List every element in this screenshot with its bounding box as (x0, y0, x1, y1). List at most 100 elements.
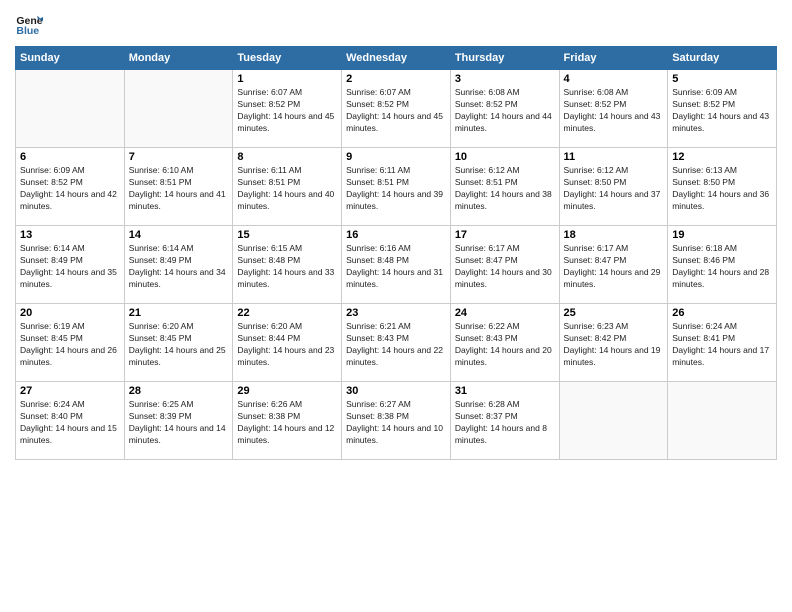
day-info: Sunrise: 6:09 AM Sunset: 8:52 PM Dayligh… (672, 87, 772, 135)
day-number: 22 (237, 307, 337, 319)
calendar-cell: 6 Sunrise: 6:09 AM Sunset: 8:52 PM Daylig… (16, 148, 125, 226)
day-number: 11 (564, 151, 664, 163)
day-info: Sunrise: 6:22 AM Sunset: 8:43 PM Dayligh… (455, 321, 555, 369)
logo-icon: General Blue (15, 10, 43, 38)
calendar-cell: 2 Sunrise: 6:07 AM Sunset: 8:52 PM Daylig… (342, 70, 451, 148)
calendar-cell (124, 70, 233, 148)
day-number: 28 (129, 385, 229, 397)
calendar-cell (16, 70, 125, 148)
calendar-cell: 7Sunrise: 6:10 AM Sunset: 8:51 PM Daylig… (124, 148, 233, 226)
calendar-cell: 15 Sunrise: 6:15 AM Sunset: 8:48 PM Dayli… (233, 226, 342, 304)
week-row-1: 1 Sunrise: 6:07 AM Sunset: 8:52 PM Daylig… (16, 70, 777, 148)
calendar-cell: 17 Sunrise: 6:17 AM Sunset: 8:47 PM Dayli… (450, 226, 559, 304)
day-number: 15 (237, 229, 337, 241)
week-row-2: 6 Sunrise: 6:09 AM Sunset: 8:52 PM Daylig… (16, 148, 777, 226)
day-info: Sunrise: 6:08 AM Sunset: 8:52 PM Dayligh… (564, 87, 664, 135)
calendar-cell: 13Sunrise: 6:14 AM Sunset: 8:49 PM Dayli… (16, 226, 125, 304)
day-info: Sunrise: 6:25 AM Sunset: 8:39 PM Dayligh… (129, 399, 229, 447)
day-info: Sunrise: 6:13 AM Sunset: 8:50 PM Dayligh… (672, 165, 772, 213)
day-number: 31 (455, 385, 555, 397)
day-info: Sunrise: 6:20 AM Sunset: 8:45 PM Dayligh… (129, 321, 229, 369)
calendar-table: SundayMondayTuesdayWednesdayThursdayFrid… (15, 46, 777, 460)
calendar-cell: 1 Sunrise: 6:07 AM Sunset: 8:52 PM Daylig… (233, 70, 342, 148)
week-row-4: 20Sunrise: 6:19 AM Sunset: 8:45 PM Dayli… (16, 304, 777, 382)
day-number: 3 (455, 73, 555, 85)
calendar-cell: 12 Sunrise: 6:13 AM Sunset: 8:50 PM Dayli… (668, 148, 777, 226)
day-info: Sunrise: 6:24 AM Sunset: 8:40 PM Dayligh… (20, 399, 120, 447)
day-number: 10 (455, 151, 555, 163)
day-number: 7 (129, 151, 229, 163)
day-info: Sunrise: 6:11 AM Sunset: 8:51 PM Dayligh… (237, 165, 337, 213)
calendar-cell: 4Sunrise: 6:08 AM Sunset: 8:52 PM Daylig… (559, 70, 668, 148)
day-number: 17 (455, 229, 555, 241)
day-number: 24 (455, 307, 555, 319)
calendar-cell: 5 Sunrise: 6:09 AM Sunset: 8:52 PM Daylig… (668, 70, 777, 148)
week-row-5: 27 Sunrise: 6:24 AM Sunset: 8:40 PM Dayli… (16, 382, 777, 460)
day-number: 23 (346, 307, 446, 319)
weekday-wednesday: Wednesday (342, 47, 451, 70)
day-info: Sunrise: 6:24 AM Sunset: 8:41 PM Dayligh… (672, 321, 772, 369)
day-info: Sunrise: 6:21 AM Sunset: 8:43 PM Dayligh… (346, 321, 446, 369)
weekday-friday: Friday (559, 47, 668, 70)
day-info: Sunrise: 6:26 AM Sunset: 8:38 PM Dayligh… (237, 399, 337, 447)
day-number: 27 (20, 385, 120, 397)
calendar-cell: 21 Sunrise: 6:20 AM Sunset: 8:45 PM Dayli… (124, 304, 233, 382)
day-info: Sunrise: 6:20 AM Sunset: 8:44 PM Dayligh… (237, 321, 337, 369)
calendar-cell: 25 Sunrise: 6:23 AM Sunset: 8:42 PM Dayli… (559, 304, 668, 382)
day-info: Sunrise: 6:09 AM Sunset: 8:52 PM Dayligh… (20, 165, 120, 213)
day-number: 2 (346, 73, 446, 85)
weekday-saturday: Saturday (668, 47, 777, 70)
calendar-cell: 30 Sunrise: 6:27 AM Sunset: 8:38 PM Dayli… (342, 382, 451, 460)
weekday-thursday: Thursday (450, 47, 559, 70)
calendar-cell: 20Sunrise: 6:19 AM Sunset: 8:45 PM Dayli… (16, 304, 125, 382)
calendar-cell: 23 Sunrise: 6:21 AM Sunset: 8:43 PM Dayli… (342, 304, 451, 382)
day-info: Sunrise: 6:11 AM Sunset: 8:51 PM Dayligh… (346, 165, 446, 213)
calendar-cell (668, 382, 777, 460)
day-info: Sunrise: 6:17 AM Sunset: 8:47 PM Dayligh… (455, 243, 555, 291)
calendar-cell: 11 Sunrise: 6:12 AM Sunset: 8:50 PM Dayli… (559, 148, 668, 226)
calendar-cell: 9 Sunrise: 6:11 AM Sunset: 8:51 PM Daylig… (342, 148, 451, 226)
day-number: 8 (237, 151, 337, 163)
day-number: 25 (564, 307, 664, 319)
header: General Blue (15, 10, 777, 38)
page: General Blue SundayMondayTuesdayWednesda… (0, 0, 792, 612)
day-number: 12 (672, 151, 772, 163)
day-number: 29 (237, 385, 337, 397)
day-info: Sunrise: 6:23 AM Sunset: 8:42 PM Dayligh… (564, 321, 664, 369)
day-info: Sunrise: 6:27 AM Sunset: 8:38 PM Dayligh… (346, 399, 446, 447)
svg-text:Blue: Blue (16, 25, 39, 37)
calendar-cell: 19Sunrise: 6:18 AM Sunset: 8:46 PM Dayli… (668, 226, 777, 304)
day-number: 5 (672, 73, 772, 85)
day-number: 16 (346, 229, 446, 241)
weekday-sunday: Sunday (16, 47, 125, 70)
day-number: 26 (672, 307, 772, 319)
day-info: Sunrise: 6:28 AM Sunset: 8:37 PM Dayligh… (455, 399, 555, 447)
day-number: 21 (129, 307, 229, 319)
day-info: Sunrise: 6:18 AM Sunset: 8:46 PM Dayligh… (672, 243, 772, 291)
day-number: 1 (237, 73, 337, 85)
calendar-cell: 10Sunrise: 6:12 AM Sunset: 8:51 PM Dayli… (450, 148, 559, 226)
calendar-cell (559, 382, 668, 460)
day-number: 9 (346, 151, 446, 163)
day-info: Sunrise: 6:08 AM Sunset: 8:52 PM Dayligh… (455, 87, 555, 135)
weekday-monday: Monday (124, 47, 233, 70)
day-number: 14 (129, 229, 229, 241)
day-info: Sunrise: 6:16 AM Sunset: 8:48 PM Dayligh… (346, 243, 446, 291)
day-number: 30 (346, 385, 446, 397)
day-info: Sunrise: 6:07 AM Sunset: 8:52 PM Dayligh… (237, 87, 337, 135)
day-number: 6 (20, 151, 120, 163)
day-info: Sunrise: 6:12 AM Sunset: 8:50 PM Dayligh… (564, 165, 664, 213)
calendar-cell: 24 Sunrise: 6:22 AM Sunset: 8:43 PM Dayli… (450, 304, 559, 382)
day-number: 18 (564, 229, 664, 241)
calendar-cell: 28 Sunrise: 6:25 AM Sunset: 8:39 PM Dayli… (124, 382, 233, 460)
day-number: 20 (20, 307, 120, 319)
day-info: Sunrise: 6:15 AM Sunset: 8:48 PM Dayligh… (237, 243, 337, 291)
calendar-cell: 26 Sunrise: 6:24 AM Sunset: 8:41 PM Dayli… (668, 304, 777, 382)
calendar-cell: 18Sunrise: 6:17 AM Sunset: 8:47 PM Dayli… (559, 226, 668, 304)
day-info: Sunrise: 6:14 AM Sunset: 8:49 PM Dayligh… (129, 243, 229, 291)
calendar-cell: 22 Sunrise: 6:20 AM Sunset: 8:44 PM Dayli… (233, 304, 342, 382)
calendar-cell: 31 Sunrise: 6:28 AM Sunset: 8:37 PM Dayli… (450, 382, 559, 460)
calendar-cell: 29 Sunrise: 6:26 AM Sunset: 8:38 PM Dayli… (233, 382, 342, 460)
day-info: Sunrise: 6:07 AM Sunset: 8:52 PM Dayligh… (346, 87, 446, 135)
day-number: 13 (20, 229, 120, 241)
